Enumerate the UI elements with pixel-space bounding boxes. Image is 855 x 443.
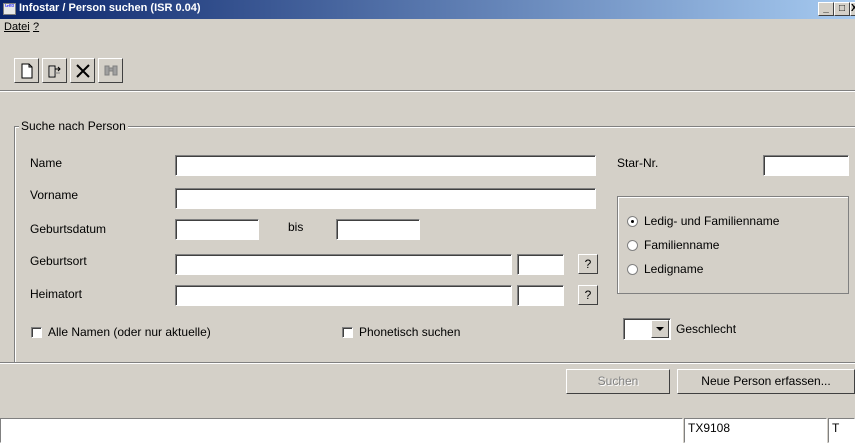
star-nr-label: Star-Nr.	[617, 156, 659, 170]
birthdate-from-field[interactable]	[175, 219, 259, 240]
menu-datei[interactable]: Datei	[4, 21, 30, 33]
status-code: TX9108	[684, 418, 827, 443]
delete-icon	[76, 64, 90, 78]
new-person-button[interactable]: Neue Person erfassen...	[677, 369, 855, 394]
menu-bar: Datei ?	[0, 19, 855, 37]
title-bar: Geb Infostar / Person suchen (ISR 0.04) …	[0, 0, 855, 19]
radio-familienname[interactable]	[627, 240, 638, 251]
delete-button[interactable]	[70, 58, 95, 83]
menu-help[interactable]: ?	[33, 21, 39, 33]
status-message	[0, 418, 683, 443]
all-names-label[interactable]: Alle Namen (oder nur aktuelle)	[48, 325, 211, 339]
new-document-button[interactable]	[14, 58, 39, 83]
search-group-title: Suche nach Person	[19, 119, 128, 133]
app-icon: Geb	[3, 3, 16, 15]
hometown-field[interactable]	[175, 285, 512, 306]
open-button[interactable]	[42, 58, 67, 83]
name-label: Name	[30, 156, 63, 170]
phonetic-search-label[interactable]: Phonetisch suchen	[359, 325, 460, 339]
birthplace-code-field[interactable]	[517, 254, 564, 275]
radio-familienname-label[interactable]: Familienname	[644, 238, 719, 252]
birthdate-to-field[interactable]	[336, 219, 420, 240]
status-mode: T	[828, 418, 855, 443]
close-button[interactable]: X	[850, 2, 855, 16]
minimize-button[interactable]: _	[818, 2, 834, 16]
find-button[interactable]	[98, 58, 123, 83]
birthplace-help-button[interactable]: ?	[578, 254, 598, 274]
open-folder-icon	[48, 65, 61, 78]
radio-ledigname[interactable]	[627, 264, 638, 275]
name-field[interactable]	[175, 155, 596, 176]
firstname-field[interactable]	[175, 188, 596, 209]
new-document-icon	[21, 63, 33, 79]
search-button[interactable]: Suchen	[566, 369, 670, 394]
binoculars-icon	[104, 65, 118, 76]
hometown-help-button[interactable]: ?	[578, 285, 598, 305]
radio-ledigname-label[interactable]: Ledigname	[644, 262, 703, 276]
chevron-down-icon[interactable]	[651, 320, 669, 338]
hometown-label: Heimatort	[30, 287, 83, 301]
window-title: Infostar / Person suchen (ISR 0.04)	[19, 2, 201, 14]
star-nr-field[interactable]	[763, 155, 849, 176]
radio-ledig-und-familienname[interactable]	[627, 216, 638, 227]
birthplace-label: Geburtsort	[30, 254, 87, 268]
phonetic-search-checkbox[interactable]	[342, 327, 353, 338]
firstname-label: Vorname	[30, 188, 79, 202]
divider	[0, 362, 855, 364]
radio-ledig-und-familienname-label[interactable]: Ledig- und Familienname	[644, 214, 779, 228]
all-names-checkbox[interactable]	[31, 327, 42, 338]
gender-label: Geschlecht	[676, 322, 737, 336]
birthplace-field[interactable]	[175, 254, 512, 275]
birthdate-to-label: bis	[288, 220, 304, 234]
maximize-button[interactable]: □	[834, 2, 850, 16]
gender-select[interactable]	[623, 318, 671, 340]
toolbar	[0, 37, 855, 92]
hometown-code-field[interactable]	[517, 285, 564, 306]
birthdate-label: Geburtsdatum	[30, 222, 107, 236]
status-bar: TX9108 T	[0, 402, 855, 443]
